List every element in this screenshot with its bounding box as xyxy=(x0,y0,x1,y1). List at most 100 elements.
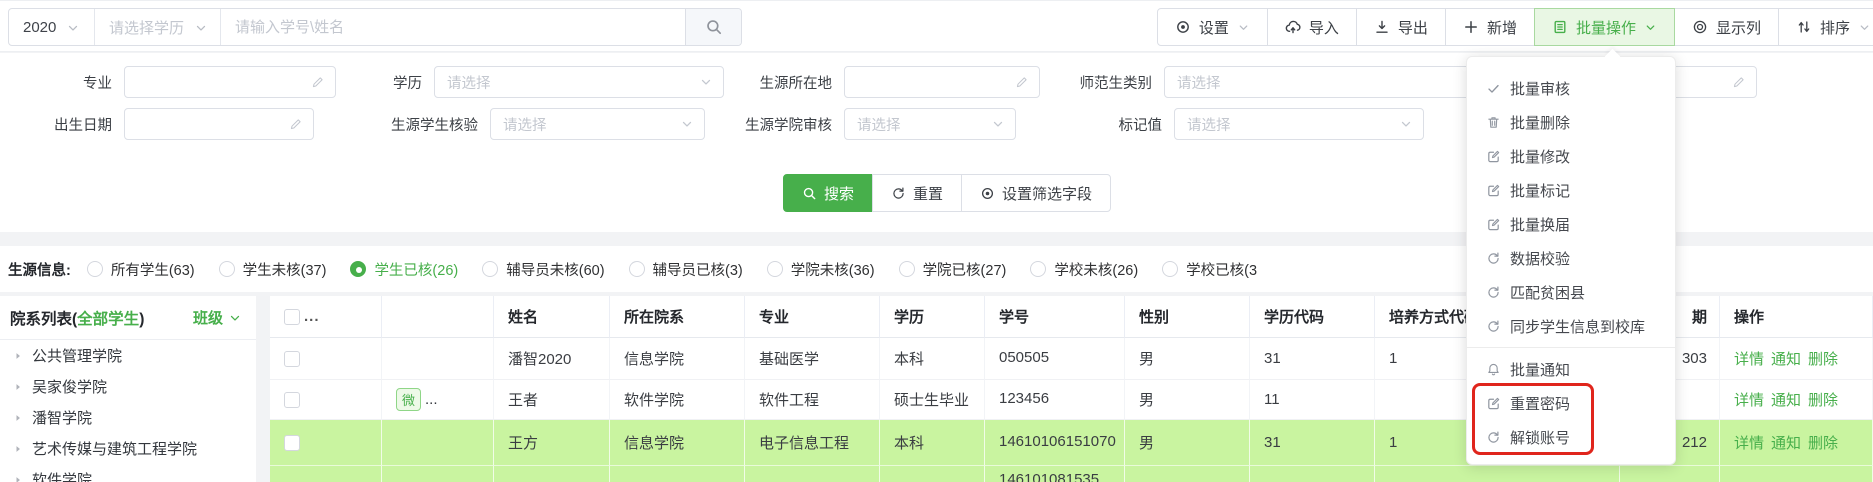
batch-menu-item-sync-to-school[interactable]: 同步学生信息到校库 xyxy=(1467,309,1675,343)
import-button-label: 导入 xyxy=(1309,17,1339,38)
degree-filter-select[interactable]: 请选择学历 xyxy=(95,9,221,45)
body-cell-badge: 微... xyxy=(382,380,494,420)
department-sidebar: 院系列表(全部学生) 班级 公共管理学院吴家俊学院潘智学院艺术传媒与建筑工程学院… xyxy=(0,296,256,482)
batch-menu-item-batch-audit[interactable]: 批量审核 xyxy=(1467,71,1675,105)
sort-button[interactable]: 排序 xyxy=(1778,8,1873,46)
body-cell-sid: 146101081535 xyxy=(985,466,1125,482)
row-checkbox[interactable] xyxy=(284,351,300,367)
row-checkbox[interactable] xyxy=(284,435,300,451)
settings-button[interactable]: 设置 xyxy=(1157,8,1268,46)
set-filter-fields-button[interactable]: 设置筛选字段 xyxy=(961,174,1111,212)
detail-link[interactable]: 详情 xyxy=(1734,348,1764,369)
filter-input-major-wrap xyxy=(124,66,336,98)
detail-link[interactable]: 详情 xyxy=(1734,432,1764,453)
cell-gender: 男 xyxy=(1139,432,1154,453)
year-select[interactable]: 2020 xyxy=(9,9,95,45)
status-radio-label: 学校未核(26) xyxy=(1054,259,1138,280)
row-checkbox[interactable] xyxy=(284,392,300,408)
status-radio-5[interactable]: 学院未核(36) xyxy=(767,259,875,280)
degree-filter-placeholder: 请选择学历 xyxy=(109,17,184,38)
sidebar-item-1[interactable]: 吴家俊学院 xyxy=(0,371,256,402)
batch-menu-item-batch-term-change[interactable]: 批量换届 xyxy=(1467,207,1675,241)
cell-major: 电子信息工程 xyxy=(759,432,849,453)
cell-major: 基础医学 xyxy=(759,348,819,369)
caret-down-icon xyxy=(228,311,242,325)
chevron-down-icon xyxy=(699,75,713,89)
sidebar-item-label: 吴家俊学院 xyxy=(32,376,107,397)
settings-button-label: 设置 xyxy=(1199,17,1229,38)
status-radio-7[interactable]: 学校未核(26) xyxy=(1030,259,1138,280)
status-radio-label: 学院已核(27) xyxy=(923,259,1007,280)
status-radio-1[interactable]: 学生未核(37) xyxy=(219,259,327,280)
select-all-checkbox[interactable] xyxy=(284,309,300,325)
sidebar-item-2[interactable]: 潘智学院 xyxy=(0,402,256,433)
chevron-down-icon xyxy=(680,117,694,131)
body-cell-major: 电子信息工程 xyxy=(745,420,880,466)
sidebar-title: 院系列表(全部学生) xyxy=(10,307,144,329)
body-cell-major: 软件工程 xyxy=(745,380,880,420)
filter-input-origin-area[interactable] xyxy=(845,74,1015,90)
filter-field-mark-value: 标记值请选择 xyxy=(1052,108,1424,140)
cell-dcode: 11 xyxy=(1264,391,1280,408)
header-cell-degree: 学历 xyxy=(880,296,985,338)
status-radio-3[interactable]: 辅导员未核(60) xyxy=(482,259,604,280)
batch-actions-button[interactable]: 批量操作 xyxy=(1534,8,1675,46)
class-toggle[interactable]: 班级 xyxy=(193,307,242,328)
edit-icon xyxy=(1486,396,1501,411)
pencil-icon xyxy=(1015,75,1029,89)
batch-menu-item-match-poor-county[interactable]: 匹配贫困县 xyxy=(1467,275,1675,309)
radio-circle-icon xyxy=(87,261,103,277)
status-radio-0[interactable]: 所有学生(63) xyxy=(87,259,195,280)
header-cell-sid: 学号 xyxy=(985,296,1125,338)
batch-menu-item-batch-modify[interactable]: 批量修改 xyxy=(1467,139,1675,173)
sidebar-item-4[interactable]: 软件学院 xyxy=(0,464,256,482)
cell-dept: 信息学院 xyxy=(624,432,684,453)
notify-link[interactable]: 通知 xyxy=(1771,389,1801,410)
sort-icon xyxy=(1796,19,1812,35)
pencil-icon xyxy=(289,117,303,131)
caret-down-icon xyxy=(66,21,80,35)
batch-menu-item-batch-mark[interactable]: 批量标记 xyxy=(1467,173,1675,207)
filter-select-origin-college-audit[interactable]: 请选择 xyxy=(844,108,1016,140)
search-button[interactable] xyxy=(685,9,741,45)
status-radio-4[interactable]: 辅导员已核(3) xyxy=(629,259,743,280)
status-radio-2[interactable]: 学生已核(26) xyxy=(350,259,458,280)
export-button[interactable]: 导出 xyxy=(1356,8,1446,46)
triangle-right-icon xyxy=(12,443,24,455)
notify-link[interactable]: 通知 xyxy=(1771,432,1801,453)
batch-menu-item-batch-notify[interactable]: 批量通知 xyxy=(1467,352,1675,386)
batch-menu-item-batch-delete[interactable]: 批量删除 xyxy=(1467,105,1675,139)
filter-select-degree[interactable]: 请选择 xyxy=(434,66,724,98)
delete-link[interactable]: 删除 xyxy=(1808,348,1838,369)
status-radio-6[interactable]: 学院已核(27) xyxy=(899,259,1007,280)
chevron-down-icon xyxy=(66,19,80,36)
notify-link[interactable]: 通知 xyxy=(1771,348,1801,369)
menu-divider xyxy=(1467,347,1675,348)
delete-link[interactable]: 删除 xyxy=(1808,389,1838,410)
body-cell-dcode: 11 xyxy=(1250,380,1375,420)
batch-menu-item-data-check[interactable]: 数据校验 xyxy=(1467,241,1675,275)
sidebar-item-0[interactable]: 公共管理学院 xyxy=(0,340,256,371)
delete-link[interactable]: 删除 xyxy=(1808,432,1838,453)
status-radio-8[interactable]: 学校已核(3 xyxy=(1162,259,1257,280)
search-button[interactable]: 搜索 xyxy=(783,174,873,212)
download-icon xyxy=(1374,19,1390,35)
body-cell-ops: 详情通知删除 xyxy=(1720,338,1873,380)
sidebar-item-3[interactable]: 艺术传媒与建筑工程学院 xyxy=(0,433,256,464)
caret-down-icon xyxy=(194,21,208,35)
filter-select-mark-value[interactable]: 请选择 xyxy=(1174,108,1424,140)
body-cell-ops: 详情通知删除 xyxy=(1720,380,1873,420)
add-button[interactable]: 新增 xyxy=(1445,8,1535,46)
batch-menu-item-reset-password[interactable]: 重置密码 xyxy=(1467,386,1675,420)
filter-select-origin-student-check[interactable]: 请选择 xyxy=(490,108,705,140)
reset-button[interactable]: 重置 xyxy=(872,174,962,212)
show-columns-button[interactable]: 显示列 xyxy=(1674,8,1779,46)
detail-link[interactable]: 详情 xyxy=(1734,389,1764,410)
import-button[interactable]: 导入 xyxy=(1267,8,1357,46)
filter-input-birth-date[interactable] xyxy=(125,116,289,132)
search-input[interactable] xyxy=(221,9,685,45)
filter-input-major[interactable] xyxy=(125,74,311,90)
filter-select-normal-student-type[interactable]: 请选择 xyxy=(1164,66,1494,98)
body-cell-degree: 硕士生毕业 xyxy=(880,380,985,420)
batch-menu-item-unlock-account[interactable]: 解锁账号 xyxy=(1467,420,1675,454)
